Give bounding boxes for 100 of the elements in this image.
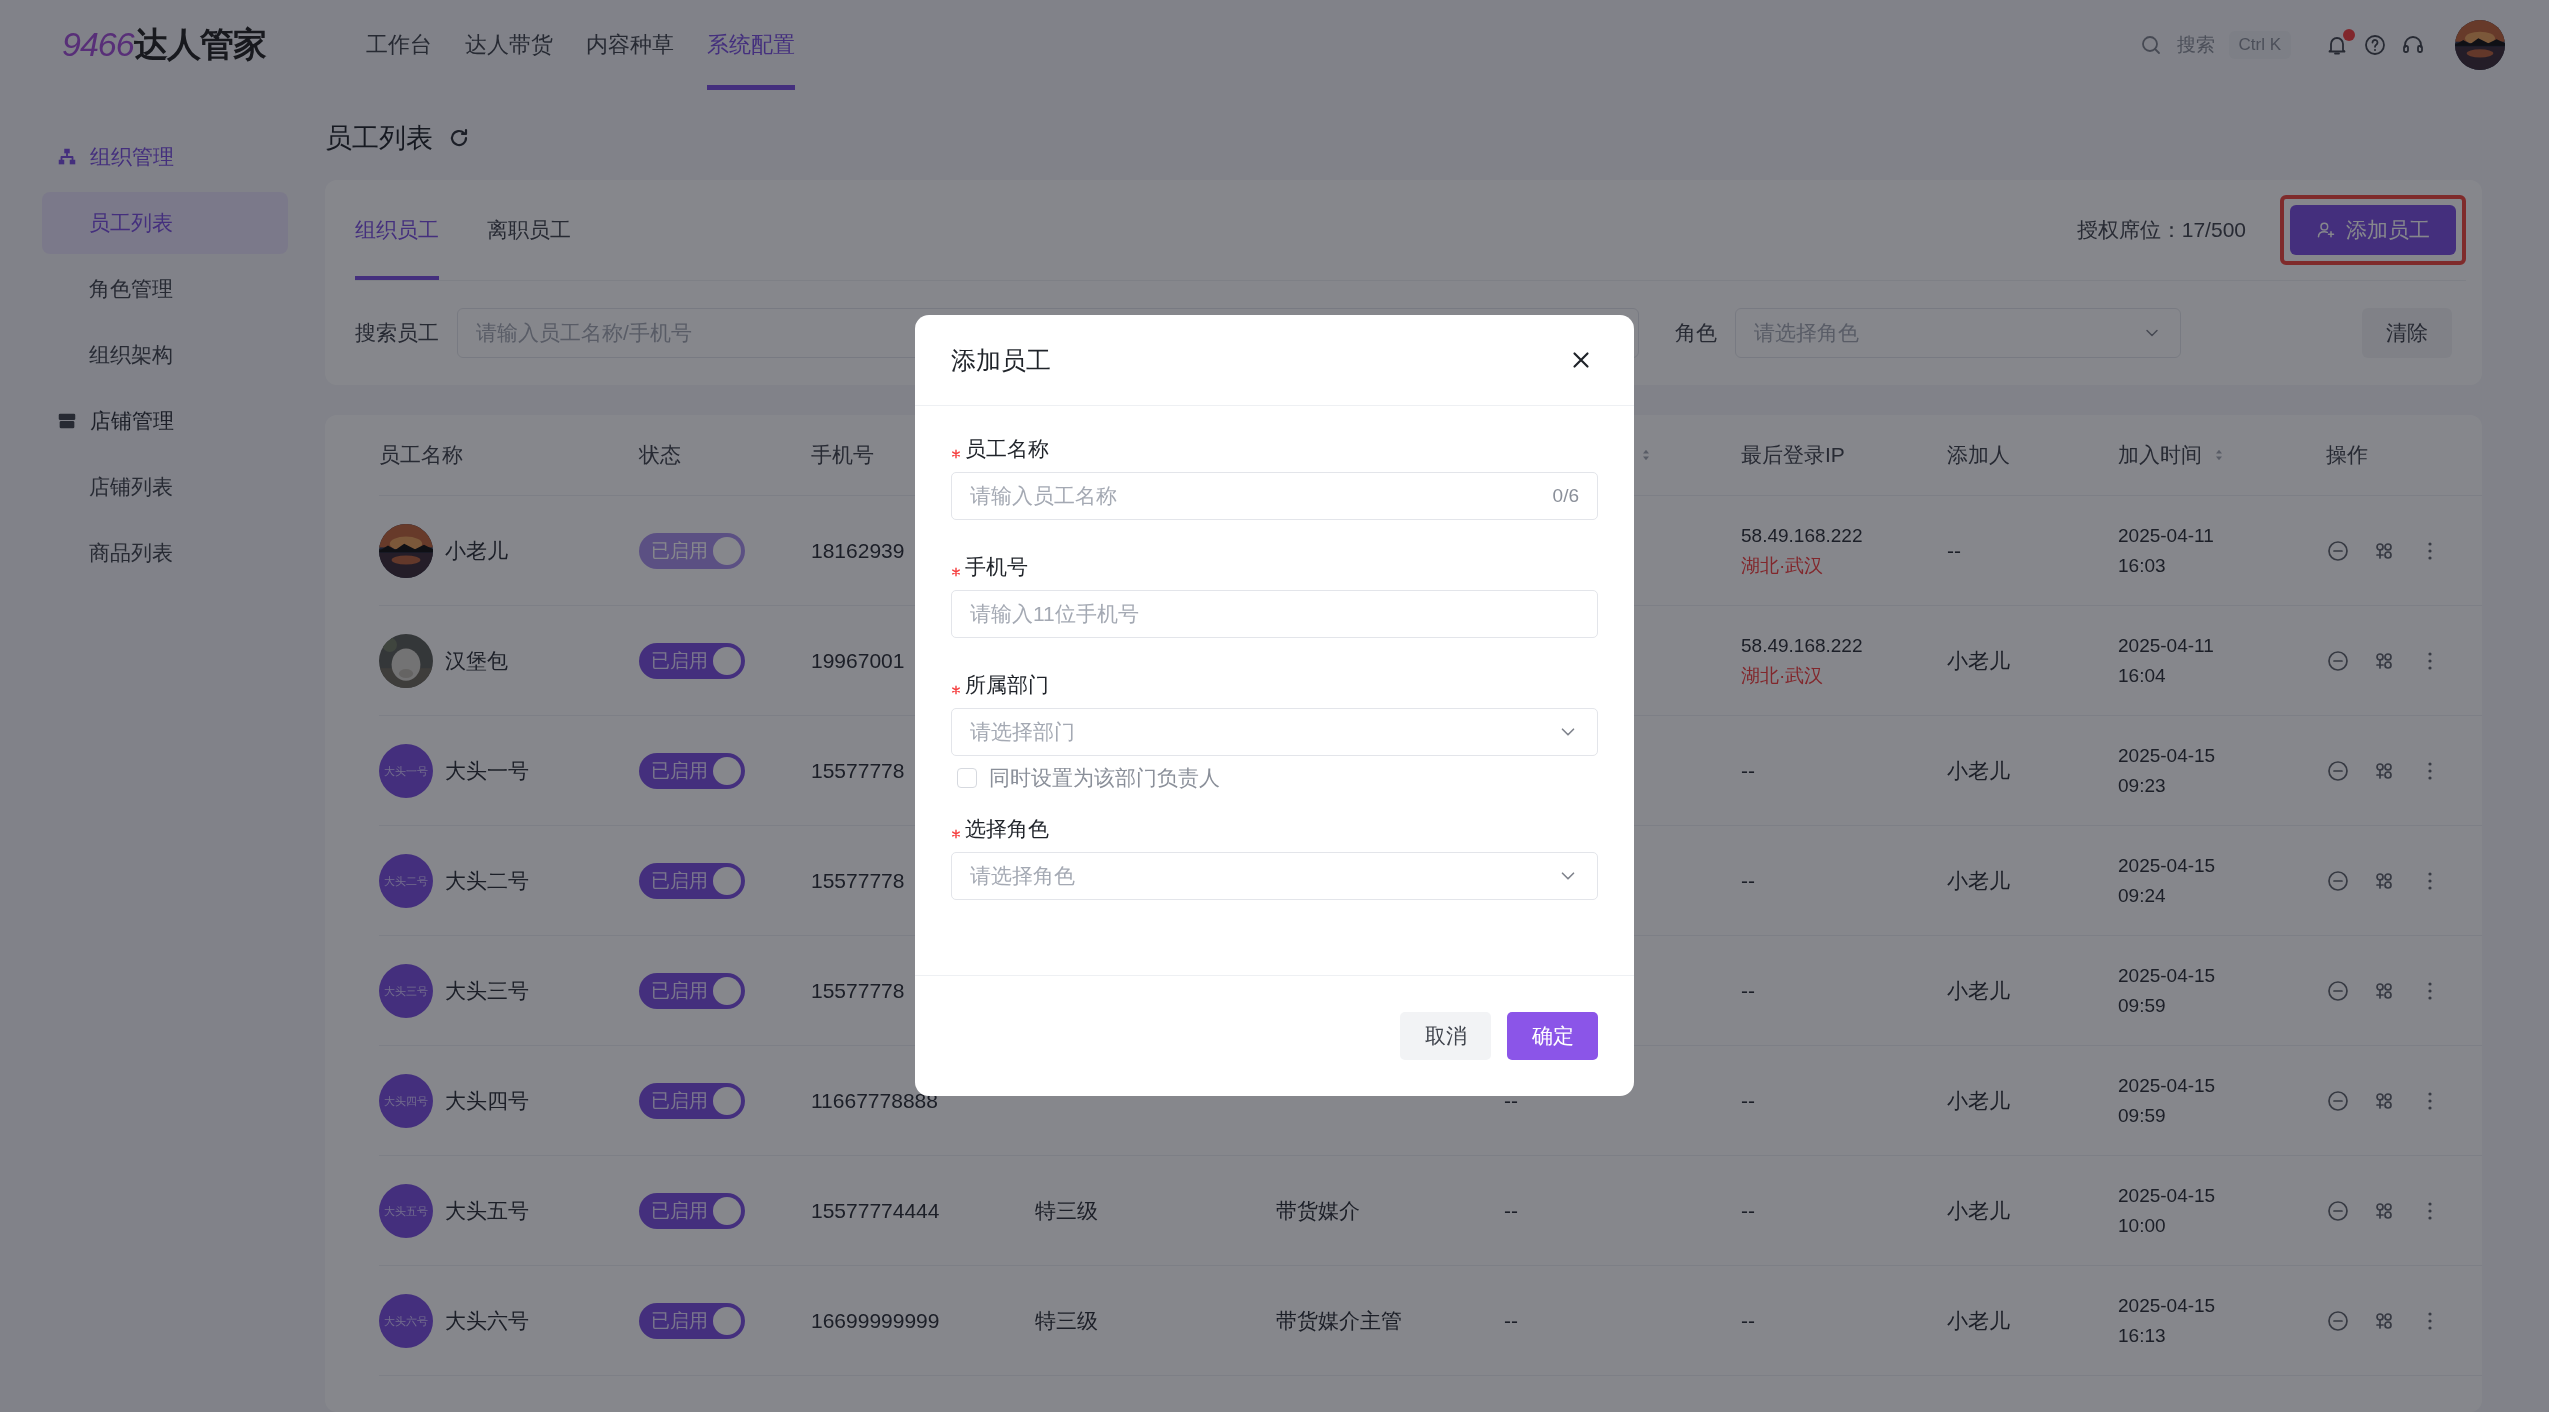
added-by: 小老儿 bbox=[1947, 1197, 2010, 1224]
filter-label: 搜索员工 bbox=[355, 320, 439, 346]
ip-address: 58.49.168.222 bbox=[1741, 523, 1863, 548]
minus-circle-icon[interactable] bbox=[2326, 538, 2350, 563]
added-by: 小老儿 bbox=[1947, 977, 2010, 1004]
join-time: 09:23 bbox=[2118, 773, 2166, 798]
join-date: 2025-04-15 bbox=[2118, 1183, 2216, 1208]
column-header: 手机号 bbox=[811, 442, 874, 468]
join-time: 16:03 bbox=[2118, 553, 2166, 578]
confirm-button[interactable]: 确定 bbox=[1507, 1012, 1598, 1060]
department: 带货媒介 bbox=[1276, 1197, 1360, 1224]
status-toggle[interactable]: 已启用 bbox=[639, 862, 745, 899]
field-label: 选择角色 bbox=[965, 816, 1049, 842]
phone-number: 19967001 bbox=[811, 647, 905, 674]
employee-name: 小老儿 bbox=[445, 537, 508, 564]
join-date: 2025-04-11 bbox=[2118, 523, 2214, 548]
field-label: 所属部门 bbox=[965, 672, 1049, 698]
ip-address: -- bbox=[1741, 757, 1755, 784]
nav-tab[interactable]: 达人带货 bbox=[464, 0, 553, 90]
select-field[interactable]: 请选择部门 bbox=[951, 708, 1598, 756]
nav-tab[interactable]: 内容种草 bbox=[585, 0, 674, 90]
join-date: 2025-04-15 bbox=[2118, 1293, 2216, 1318]
status-toggle[interactable]: 已启用 bbox=[639, 972, 745, 1009]
filter-label: 角色 bbox=[1675, 320, 1717, 346]
location: 湖北·武汉 bbox=[1741, 553, 1824, 578]
join-date: 2025-04-15 bbox=[2118, 743, 2216, 768]
department: 带货媒介主管 bbox=[1276, 1307, 1402, 1334]
add-employee-button[interactable]: 添加员工 bbox=[2290, 205, 2456, 255]
column-header: 员工名称 bbox=[379, 442, 463, 468]
ip-address: -- bbox=[1741, 867, 1755, 894]
help-icon[interactable] bbox=[2363, 33, 2387, 57]
level-label: 特三级 bbox=[1035, 1307, 1098, 1334]
status-toggle[interactable]: 已启用 bbox=[639, 642, 745, 679]
sidebar-item[interactable]: 组织架构 bbox=[42, 324, 288, 386]
column-header: 操作 bbox=[2326, 442, 2368, 468]
join-time: 16:04 bbox=[2118, 663, 2166, 688]
sidebar-item[interactable]: 店铺列表 bbox=[42, 456, 288, 518]
minus-circle-icon[interactable] bbox=[2326, 978, 2350, 1003]
join-date: 2025-04-15 bbox=[2118, 853, 2216, 878]
nav-tab[interactable]: 工作台 bbox=[365, 0, 432, 90]
location: 湖北·武汉 bbox=[1741, 663, 1824, 688]
employee-name: 大头五号 bbox=[445, 1197, 529, 1224]
added-by: 小老儿 bbox=[1947, 1307, 2010, 1334]
phone-number: 15577778 bbox=[811, 757, 905, 784]
user-plus-icon bbox=[2316, 220, 2336, 240]
employee-name: 大头四号 bbox=[445, 1087, 529, 1114]
page-title: 员工列表 bbox=[325, 122, 433, 155]
employee-name: 大头六号 bbox=[445, 1307, 529, 1334]
minus-circle-icon[interactable] bbox=[2326, 1088, 2350, 1113]
table-text: -- bbox=[1504, 1307, 1518, 1334]
nav-tab[interactable]: 系统配置 bbox=[706, 0, 795, 90]
ip-address: -- bbox=[1741, 1307, 1755, 1334]
minus-circle-icon[interactable] bbox=[2326, 868, 2350, 893]
status-toggle[interactable]: 已启用 bbox=[639, 1082, 745, 1119]
minus-circle-icon[interactable] bbox=[2326, 1308, 2350, 1333]
phone-number: 15577778 bbox=[811, 867, 905, 894]
ip-address: -- bbox=[1741, 1087, 1755, 1114]
employee-name: 大头一号 bbox=[445, 757, 529, 784]
field-label: 手机号 bbox=[965, 554, 1028, 580]
join-date: 2025-04-11 bbox=[2118, 633, 2214, 658]
cancel-button[interactable]: 取消 bbox=[1400, 1012, 1491, 1060]
join-time: 09:59 bbox=[2118, 1103, 2166, 1128]
ip-address: 58.49.168.222 bbox=[1741, 633, 1863, 658]
column-header: 状态 bbox=[639, 442, 681, 468]
sidebar-item[interactable]: 角色管理 bbox=[42, 258, 288, 320]
input-field[interactable]: 请输入11位手机号 bbox=[951, 590, 1598, 638]
checkbox[interactable] bbox=[957, 768, 977, 788]
logo[interactable]: 9466达人管家 bbox=[62, 22, 266, 68]
added-by: 小老儿 bbox=[1947, 647, 2010, 674]
join-date: 2025-04-15 bbox=[2118, 1073, 2216, 1098]
tab[interactable]: 组织员工 bbox=[355, 180, 439, 280]
minus-circle-icon[interactable] bbox=[2326, 1198, 2350, 1223]
added-by: 小老儿 bbox=[1947, 757, 2010, 784]
field-label: 员工名称 bbox=[965, 436, 1049, 462]
status-toggle[interactable]: 已启用 bbox=[639, 752, 745, 789]
select-field[interactable]: 请选择角色 bbox=[951, 852, 1598, 900]
sidebar-item[interactable]: 商品列表 bbox=[42, 522, 288, 584]
added-by: -- bbox=[1947, 537, 1961, 564]
minus-circle-icon[interactable] bbox=[2326, 648, 2350, 673]
status-toggle[interactable]: 已启用 bbox=[639, 1192, 745, 1229]
sidebar-group-label: 组织管理 bbox=[90, 144, 174, 170]
seat-count: 授权席位：17/500 bbox=[2076, 217, 2246, 243]
phone-number: 15577778 bbox=[811, 977, 905, 1004]
added-by: 小老儿 bbox=[1947, 867, 2010, 894]
join-time: 09:59 bbox=[2118, 993, 2166, 1018]
table-text: -- bbox=[1504, 1087, 1518, 1114]
status-toggle[interactable]: 已启用 bbox=[639, 1302, 745, 1339]
clear-button[interactable]: 清除 bbox=[2362, 308, 2452, 358]
join-time: 10:00 bbox=[2118, 1213, 2166, 1238]
column-header: 添加人 bbox=[1947, 442, 2010, 468]
employee-name: 汉堡包 bbox=[445, 647, 508, 674]
minus-circle-icon[interactable] bbox=[2326, 758, 2350, 783]
join-time: 09:24 bbox=[2118, 883, 2166, 908]
level-label: 特三级 bbox=[1035, 1197, 1098, 1224]
ip-address: -- bbox=[1741, 977, 1755, 1004]
checkbox-label[interactable]: 同时设置为该部门负责人 bbox=[989, 764, 1220, 792]
tab[interactable]: 离职员工 bbox=[487, 180, 571, 280]
added-by: 小老儿 bbox=[1947, 1087, 2010, 1114]
sidebar-item[interactable]: 员工列表 bbox=[42, 192, 288, 254]
input-field[interactable]: 请输入员工名称 0/6 bbox=[951, 472, 1598, 520]
